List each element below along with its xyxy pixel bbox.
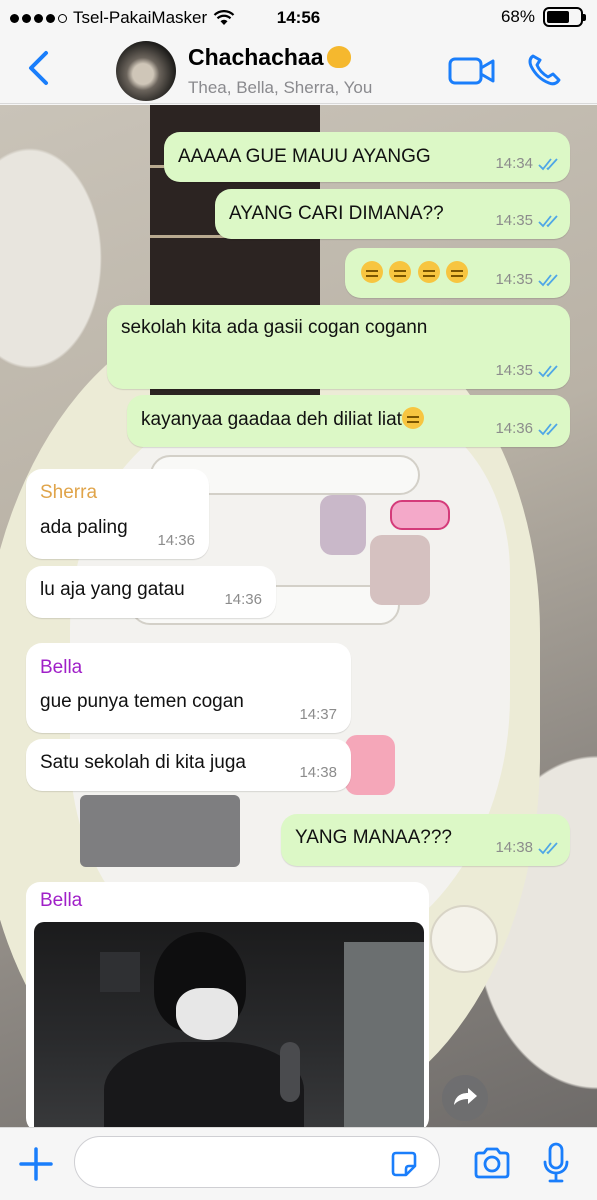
read-ticks-icon (538, 423, 558, 436)
wallpaper-sticker (370, 535, 430, 605)
message-meta: 14:38 (495, 836, 562, 860)
message-text: YANG MANAA??? (295, 827, 452, 848)
plus-icon[interactable] (18, 1146, 54, 1182)
battery-percent: 68% (500, 7, 535, 26)
pensive-face-emoji (417, 261, 440, 283)
message-bubble-photo[interactable]: Bella (26, 882, 429, 1127)
chevron-left-icon[interactable] (22, 48, 56, 88)
forward-icon[interactable] (442, 1075, 488, 1121)
photo-person-hoodie (104, 1042, 304, 1127)
status-bar: Tsel-PakaiMasker 14:56 68% (0, 0, 597, 36)
message-text: ada paling (40, 517, 128, 538)
message-bubble-outgoing[interactable]: AYANG CARI DIMANA?? 14:35 (215, 189, 570, 239)
message-bubble-incoming[interactable]: lu aja yang gatau 14:36 (26, 566, 276, 618)
message-time: 14:36 (157, 532, 195, 549)
message-time: 14:36 (495, 420, 533, 437)
camera-icon[interactable] (472, 1146, 512, 1180)
message-text: AAAAA GUE MAUU AYANGG (178, 146, 431, 167)
photo-person-mask (176, 988, 238, 1040)
message-meta: 14:36 (157, 529, 195, 553)
message-meta: 14:34 (495, 152, 562, 176)
battery-icon (543, 7, 586, 27)
chat-title-text: Chachachaa (188, 44, 324, 70)
sender-name[interactable]: Sherra (40, 481, 97, 505)
message-bubble-incoming[interactable]: Bella gue punya temen cogan 14:37 (26, 643, 351, 733)
message-bubble-incoming[interactable]: Sherra ada paling 14:36 (26, 469, 209, 559)
message-time: 14:35 (495, 271, 533, 288)
message-text: Satu sekolah di kita juga (40, 752, 246, 773)
message-text-wrap: kayanyaa gaadaa deh diliat liat (141, 407, 425, 432)
read-ticks-icon (538, 842, 558, 855)
sender-name[interactable]: Bella (40, 890, 82, 912)
group-avatar[interactable] (116, 41, 176, 101)
message-input-bar (0, 1127, 597, 1200)
message-meta: 14:37 (299, 703, 337, 727)
message-time: 14:35 (495, 212, 533, 229)
message-meta: 14:35 (495, 209, 562, 233)
message-text: sekolah kita ada gasii cogan cogann (121, 317, 428, 338)
message-text: AYANG CARI DIMANA?? (229, 203, 444, 224)
read-ticks-icon (538, 365, 558, 378)
chat-title[interactable]: Chachachaa (188, 44, 351, 71)
message-time: 14:37 (299, 706, 337, 723)
read-ticks-icon (538, 274, 558, 287)
status-right: 68% (500, 7, 586, 27)
wallpaper-sticker (320, 495, 366, 555)
message-time: 14:36 (224, 591, 262, 608)
message-bubble-outgoing[interactable]: 14:35 (345, 248, 570, 298)
message-meta: 14:36 (495, 417, 562, 441)
sender-name[interactable]: Bella (40, 656, 82, 680)
shared-photo[interactable] (34, 922, 424, 1127)
sticker-icon[interactable] (388, 1148, 420, 1180)
message-time: 14:38 (299, 764, 337, 781)
read-ticks-icon (538, 215, 558, 228)
pensive-face-emoji (389, 261, 412, 283)
wallpaper-sticker (390, 500, 450, 530)
message-meta: 14:35 (495, 359, 562, 383)
cat-face-emoji (326, 46, 351, 68)
photo-wall (344, 942, 424, 1127)
wallpaper-knob (430, 905, 498, 973)
message-bubble-outgoing[interactable]: sekolah kita ada gasii cogan cogann 14:3… (107, 305, 570, 389)
photo-mic (280, 1042, 300, 1102)
message-text: lu aja yang gatau (40, 579, 185, 600)
message-text: gue punya temen cogan (40, 691, 244, 712)
chat-header: Chachachaa Thea, Bella, Sherra, You (0, 36, 597, 104)
chat-area[interactable]: AAAAA GUE MAUU AYANGG 14:34 AYANG CARI D… (0, 105, 597, 1127)
pensive-face-emoji (445, 261, 468, 283)
chat-members[interactable]: Thea, Bella, Sherra, You (188, 78, 372, 98)
message-meta: 14:35 (495, 268, 562, 292)
pensive-face-emoji (401, 407, 424, 429)
message-bubble-outgoing[interactable]: kayanyaa gaadaa deh diliat liat 14:36 (127, 395, 570, 447)
microphone-icon[interactable] (540, 1142, 572, 1184)
message-text: kayanyaa gaadaa deh diliat liat (141, 409, 402, 430)
message-input[interactable] (74, 1136, 440, 1188)
phone-icon[interactable] (525, 52, 565, 88)
message-time: 14:34 (495, 155, 533, 172)
video-camera-icon[interactable] (448, 56, 496, 86)
message-meta: 14:38 (299, 761, 337, 785)
message-meta: 14:36 (224, 588, 262, 612)
message-time: 14:38 (495, 839, 533, 856)
read-ticks-icon (538, 158, 558, 171)
wallpaper-bridge (80, 795, 240, 867)
message-time: 14:35 (495, 362, 533, 379)
pensive-face-emoji (361, 261, 383, 283)
message-bubble-incoming[interactable]: Satu sekolah di kita juga 14:38 (26, 739, 351, 791)
message-bubble-outgoing[interactable]: YANG MANAA??? 14:38 (281, 814, 570, 866)
wallpaper-sticker (345, 735, 395, 795)
emoji-message (361, 261, 469, 286)
photo-speaker (100, 952, 140, 992)
message-bubble-outgoing[interactable]: AAAAA GUE MAUU AYANGG 14:34 (164, 132, 570, 182)
